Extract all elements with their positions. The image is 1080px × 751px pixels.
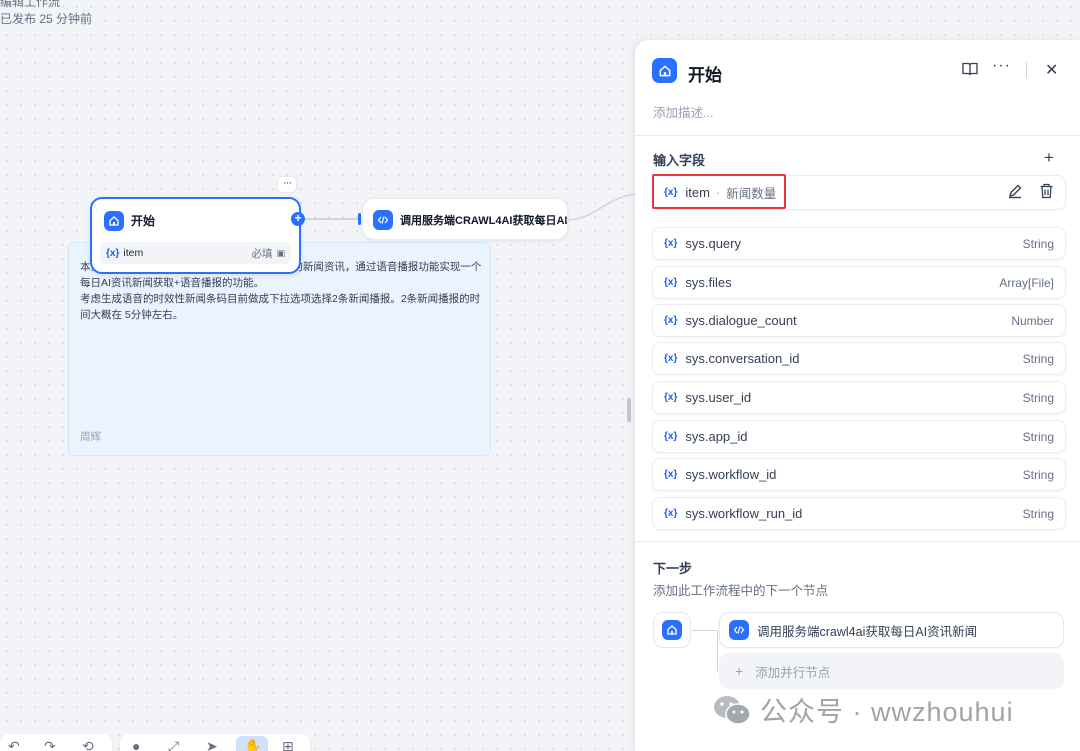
add-field-button[interactable]: + [1044,148,1054,168]
home-icon [662,620,682,640]
code-icon [729,620,749,640]
layout-icon[interactable]: ⤢ [168,738,179,751]
next-step-subtitle: 添加此工作流程中的下一个节点 [653,584,829,598]
toolbar-divider [1026,62,1027,78]
field-type: String [1022,506,1054,521]
variable-icon: {x} [664,238,678,249]
start-node-title: 开始 [131,214,156,228]
field-row-sys-conversation-id[interactable]: {x} sys.conversation_id String [652,342,1066,375]
delete-icon[interactable] [1039,183,1054,202]
field-type: String [1022,236,1054,251]
crawl-node-title: 调用服务端CRAWL4AI获取每日AI资讯新闻 [400,215,568,227]
next-step-title: 下一步 [653,561,693,576]
variable-icon: {x} [664,353,678,364]
field-type: String [1022,467,1054,482]
next-step-connector [692,630,718,631]
add-parallel-node-button[interactable]: + 添加并行节点 [719,653,1064,689]
node-config-panel: 开始 ··· ✕ 添加描述... 输入字段 + {x} item · 新闻数量 … [635,40,1080,751]
watermark: 公众号 · wwzhouhui [712,690,1014,729]
workflow-status: 编辑工作流 已发布 25 分钟前 [0,0,92,28]
note-card[interactable]: 本工作流利用 crawl4ai 在服务端获取每日最新的新闻资讯，通过语音播报功能… [68,242,491,456]
workflow-publish-time: 已发布 25 分钟前 [0,12,93,26]
select-icon: ▣ [276,247,285,258]
variable-icon: {x} [664,508,678,519]
divider [635,541,1080,542]
field-name: sys.workflow_id [685,467,777,482]
next-step-source-node [653,612,691,648]
field-name: sys.user_id [685,390,752,405]
field-row-sys-app-id[interactable]: {x} sys.app_id String [652,420,1066,453]
history-toolbar: ↶ ↷ ⟲ [0,734,112,751]
variable-icon: {x} [106,247,120,259]
variable-icon: {x} [664,469,678,480]
field-row-sys-query[interactable]: {x} sys.query String [652,227,1066,260]
variable-icon: {x} [664,315,678,326]
start-node[interactable]: 开始 {x} item 必填 ▣ [90,197,301,274]
description-input[interactable]: 添加描述... [653,102,713,121]
input-fields-title: 输入字段 [653,153,706,168]
organize-icon[interactable]: ⊞ [282,738,294,751]
variable-icon: {x} [664,392,678,403]
edit-icon[interactable] [1007,183,1023,202]
required-label: 必填 [251,247,273,260]
field-name: sys.query [685,236,741,251]
note-author: 周辉 [80,431,101,443]
pointer-icon[interactable]: ➤ [206,738,218,751]
field-type: Array[File] [999,275,1054,290]
field-row-sys-workflow-id[interactable]: {x} sys.workflow_id String [652,458,1066,491]
variable-icon: {x} [664,277,678,288]
home-icon [104,211,124,231]
edge-start-to-crawl [305,218,360,220]
panel-title: 开始 [688,66,722,85]
divider [635,135,1080,136]
field-name: sys.files [685,275,732,290]
canvas-toolbar: ● ⤢ ➤ ✋ ⊞ [120,734,310,751]
crawl-node[interactable]: 调用服务端CRAWL4AI获取每日AI资讯新闻 [362,198,568,240]
field-name: sys.dialogue_count [685,313,797,328]
variable-icon: {x} [664,431,678,442]
edge-target-handle [358,213,361,225]
field-type: String [1022,390,1054,405]
undo-icon[interactable]: ↶ [8,738,20,751]
field-type: String [1022,351,1054,366]
home-icon [652,58,677,83]
annotation-highlight-box [652,174,786,209]
field-type: String [1022,429,1054,444]
start-node-variable-name: item [123,247,144,259]
field-name: sys.app_id [685,429,748,444]
field-name: sys.conversation_id [685,351,800,366]
field-name: sys.workflow_run_id [685,506,803,521]
field-row-sys-workflow-run-id[interactable]: {x} sys.workflow_run_id String [652,497,1066,530]
plus-icon: + [735,663,744,679]
add-next-node-handle[interactable]: + [291,212,305,226]
next-step-connector-vertical [717,630,718,672]
redo-icon[interactable]: ↷ [44,738,56,751]
wechat-icon [714,695,751,725]
node-more-button[interactable]: ··· [277,176,297,193]
edge-crawl-out [566,193,638,221]
field-type: Number [1011,313,1054,328]
more-icon[interactable]: ··· [992,57,1011,75]
history-icon[interactable]: ⟲ [82,738,94,751]
next-step-node-label: 调用服务端crawl4ai获取每日AI资讯新闻 [757,624,978,639]
field-row-sys-dialogue-count[interactable]: {x} sys.dialogue_count Number [652,304,1066,337]
hand-icon[interactable]: ✋ [244,738,261,751]
field-row-sys-user-id[interactable]: {x} sys.user_id String [652,381,1066,414]
next-step-node[interactable]: 调用服务端crawl4ai获取每日AI资讯新闻 [719,612,1064,648]
code-icon [373,210,393,230]
field-row-sys-files[interactable]: {x} sys.files Array[File] [652,266,1066,299]
add-parallel-node-label: 添加并行节点 [755,665,831,680]
add-node-icon[interactable]: ● [132,738,140,751]
start-node-variable: {x} item 必填 ▣ [100,242,291,264]
book-icon[interactable] [962,62,978,79]
watermark-name: 公众号 · wwzhouhui [760,697,1014,727]
close-icon[interactable]: ✕ [1045,60,1058,80]
panel-resize-handle[interactable] [627,398,631,422]
workflow-status-title: 编辑工作流 [0,0,61,9]
